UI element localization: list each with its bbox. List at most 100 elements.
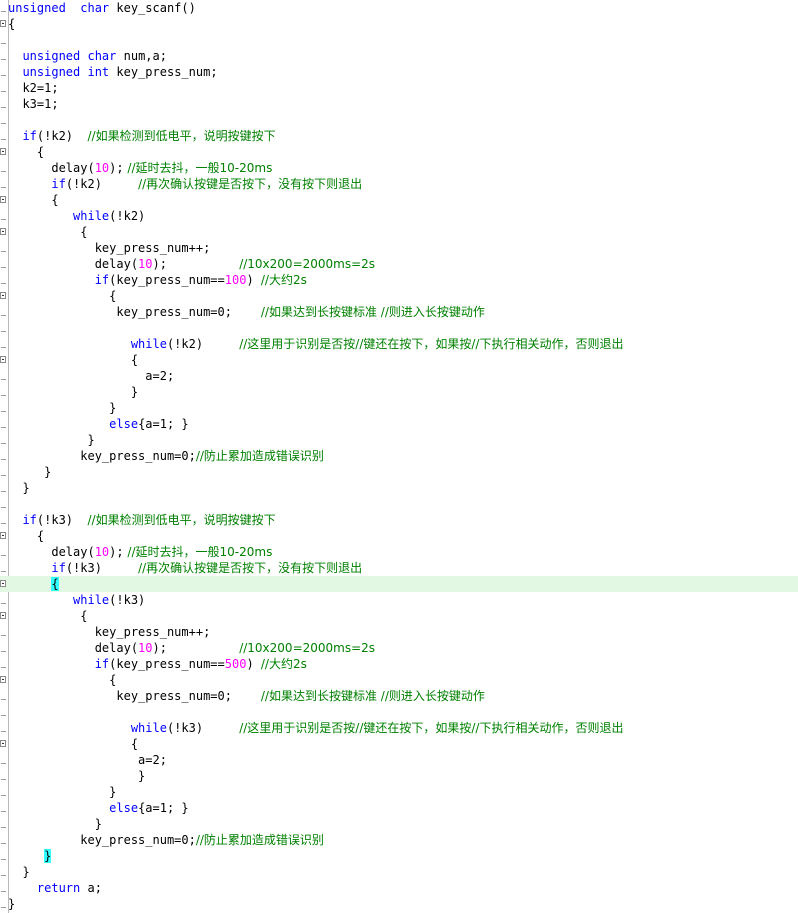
- number-token: 10: [138, 641, 153, 655]
- code-line[interactable]: key_press_num++;: [0, 624, 798, 640]
- code-line[interactable]: unsigned int key_press_num;: [0, 64, 798, 80]
- code-line[interactable]: }: [0, 864, 798, 880]
- code-line[interactable]: [0, 496, 798, 512]
- code-line[interactable]: {: [0, 16, 798, 32]
- matched-brace: {: [51, 577, 59, 591]
- code-line[interactable]: {: [0, 144, 798, 160]
- code-line[interactable]: unsigned char key_scanf(): [0, 0, 798, 16]
- code-editor[interactable]: unsigned char key_scanf(){ unsigned char…: [0, 0, 798, 913]
- gutter-tick: [1, 523, 6, 524]
- code-line[interactable]: }: [0, 768, 798, 784]
- code-token: }: [8, 865, 30, 879]
- code-line[interactable]: while(!k3) //这里用于识别是否按//键还在按下，如果按//下执行相关…: [0, 720, 798, 736]
- code-line[interactable]: key_press_num=0; //如果达到长按键标准 //则进入长按键动作: [0, 688, 798, 704]
- fold-toggle-icon[interactable]: [0, 228, 6, 235]
- code-token: (!k3): [36, 513, 88, 527]
- gutter-tick: [1, 11, 6, 12]
- fold-toggle-icon[interactable]: [0, 356, 6, 363]
- code-line[interactable]: if(!k3) //如果检测到低电平，说明按键按下: [0, 512, 798, 528]
- code-line[interactable]: {: [0, 528, 798, 544]
- code-text: }: [8, 784, 116, 800]
- code-line[interactable]: if(!k3) //再次确认按键是否按下，没有按下则退出: [0, 560, 798, 576]
- code-line[interactable]: [0, 32, 798, 48]
- fold-toggle-icon[interactable]: [0, 740, 6, 747]
- code-line[interactable]: a=2;: [0, 368, 798, 384]
- code-text: else{a=1; }: [8, 800, 188, 816]
- fold-toggle-icon[interactable]: [0, 676, 6, 683]
- code-line[interactable]: key_press_num=0;//防止累加造成错误识别: [0, 832, 798, 848]
- gutter-tick: [1, 651, 6, 652]
- gutter-tick: [1, 459, 6, 460]
- code-text: {: [8, 288, 116, 304]
- code-line[interactable]: delay(10); //10x200=2000ms=2s: [0, 640, 798, 656]
- code-line[interactable]: }: [0, 384, 798, 400]
- code-line[interactable]: {: [0, 736, 798, 752]
- code-line[interactable]: {: [0, 224, 798, 240]
- gutter-tick: [1, 251, 6, 252]
- fold-toggle-icon[interactable]: [0, 292, 6, 299]
- code-line[interactable]: return a;: [0, 880, 798, 896]
- code-line[interactable]: [0, 320, 798, 336]
- fold-toggle-icon[interactable]: [0, 20, 6, 27]
- code-line[interactable]: while(!k2): [0, 208, 798, 224]
- code-line[interactable]: {: [0, 352, 798, 368]
- gutter-tick: [1, 443, 6, 444]
- code-line[interactable]: k3=1;: [0, 96, 798, 112]
- code-line[interactable]: delay(10); //延时去抖，一般10-20ms: [0, 160, 798, 176]
- code-line[interactable]: while(!k2) //这里用于识别是否按//键还在按下，如果按//下执行相关…: [0, 336, 798, 352]
- code-line[interactable]: }: [0, 464, 798, 480]
- code-line[interactable]: key_press_num++;: [0, 240, 798, 256]
- code-text: {: [8, 144, 44, 160]
- code-line[interactable]: }: [0, 432, 798, 448]
- code-line[interactable]: key_press_num=0; //如果达到长按键标准 //则进入长按键动作: [0, 304, 798, 320]
- code-token: (!k3): [65, 561, 139, 575]
- keyword-token: while: [130, 721, 167, 735]
- code-line[interactable]: while(!k3): [0, 592, 798, 608]
- code-line[interactable]: {: [0, 672, 798, 688]
- fold-toggle-icon[interactable]: [0, 196, 6, 203]
- code-line[interactable]: k2=1;: [0, 80, 798, 96]
- code-text: }: [8, 768, 145, 784]
- code-line[interactable]: }: [0, 816, 798, 832]
- code-line[interactable]: }: [0, 480, 798, 496]
- code-line[interactable]: delay(10); //延时去抖，一般10-20ms: [0, 544, 798, 560]
- code-line[interactable]: else{a=1; }: [0, 416, 798, 432]
- code-line[interactable]: [0, 112, 798, 128]
- fold-toggle-icon[interactable]: [0, 612, 6, 619]
- code-line[interactable]: }: [0, 400, 798, 416]
- code-line[interactable]: {: [0, 608, 798, 624]
- code-text: }: [8, 384, 138, 400]
- fold-toggle-icon[interactable]: [0, 532, 6, 539]
- code-line[interactable]: else{a=1; }: [0, 800, 798, 816]
- keyword-token: while: [73, 209, 110, 223]
- code-line[interactable]: if(key_press_num==100) //大约2s: [0, 272, 798, 288]
- number-token: 500: [224, 657, 247, 671]
- code-line[interactable]: if(!k2) //如果检测到低电平，说明按键按下: [0, 128, 798, 144]
- code-line[interactable]: }: [0, 784, 798, 800]
- code-token: }: [8, 481, 30, 495]
- code-line[interactable]: {: [0, 192, 798, 208]
- code-line[interactable]: a=2;: [0, 752, 798, 768]
- code-line[interactable]: {: [0, 576, 798, 592]
- code-line[interactable]: {: [0, 288, 798, 304]
- code-token: key_press_num=0;: [8, 833, 196, 847]
- fold-toggle-icon[interactable]: [0, 148, 6, 155]
- code-line[interactable]: [0, 704, 798, 720]
- code-line[interactable]: }: [0, 896, 798, 912]
- code-line[interactable]: }: [0, 848, 798, 864]
- code-line[interactable]: unsigned char num,a;: [0, 48, 798, 64]
- fold-toggle-icon[interactable]: [0, 580, 6, 587]
- gutter-tick: [1, 75, 6, 76]
- comment-token: //防止累加造成错误识别: [195, 449, 324, 463]
- code-line[interactable]: if(key_press_num==500) //大约2s: [0, 656, 798, 672]
- gutter-tick: [1, 731, 6, 732]
- code-line[interactable]: if(!k2) //再次确认按键是否按下，没有按下则退出: [0, 176, 798, 192]
- code-token: );: [152, 641, 240, 655]
- code-text: key_press_num=0; //如果达到长按键标准 //则进入长按键动作: [8, 688, 485, 704]
- code-line[interactable]: key_press_num=0;//防止累加造成错误识别: [0, 448, 798, 464]
- code-token: {: [8, 529, 45, 543]
- code-line[interactable]: delay(10); //10x200=2000ms=2s: [0, 256, 798, 272]
